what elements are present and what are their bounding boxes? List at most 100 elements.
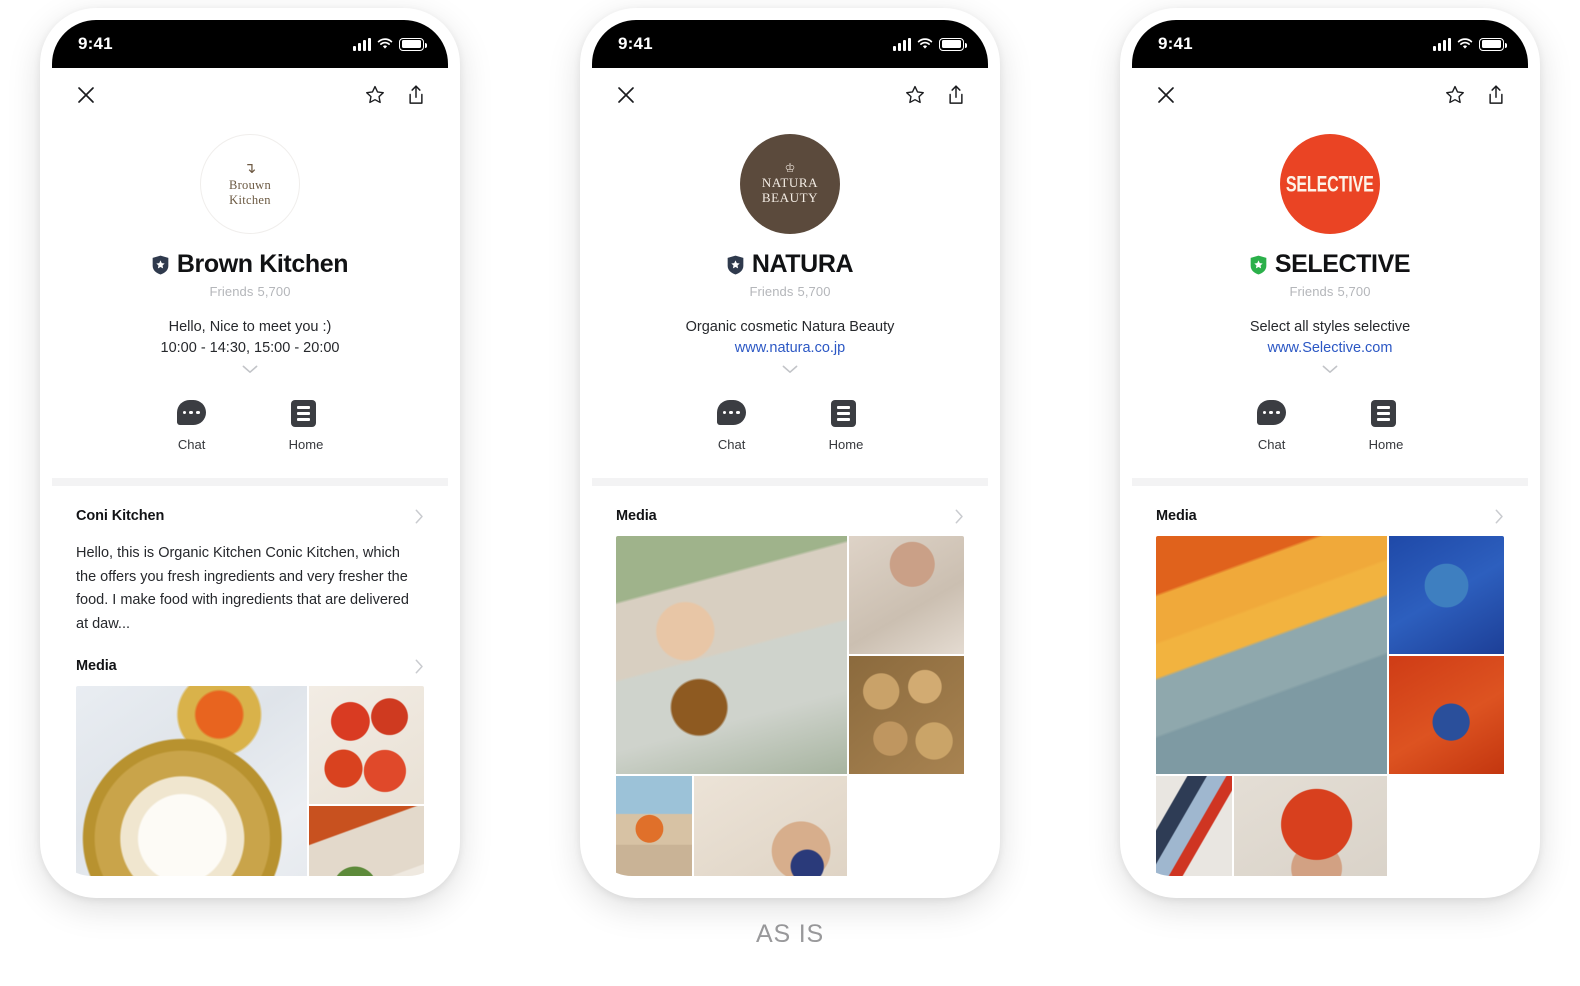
section-divider bbox=[1132, 478, 1528, 487]
home-action-button[interactable]: Home bbox=[828, 400, 864, 453]
home-action-label: Home bbox=[828, 437, 864, 453]
section-header-media[interactable]: Media bbox=[1132, 486, 1528, 524]
media-grid bbox=[1156, 536, 1504, 876]
expand-bio-button[interactable] bbox=[1132, 365, 1528, 374]
photo-denim-jacket-model[interactable] bbox=[1388, 536, 1504, 655]
friends-number: 5,700 bbox=[797, 284, 831, 299]
phone-mockups-row: 9:41 ↴ Brouwn Kitchen Brown Kitchen Frie… bbox=[0, 0, 1580, 910]
star-icon[interactable] bbox=[904, 84, 926, 106]
chat-action-label: Chat bbox=[1257, 437, 1286, 453]
chat-action-label: Chat bbox=[717, 437, 746, 453]
bio-line-1: Select all styles selective bbox=[1249, 319, 1411, 335]
star-icon[interactable] bbox=[1444, 84, 1466, 106]
share-icon[interactable] bbox=[946, 84, 966, 106]
chat-action-button[interactable]: Chat bbox=[176, 400, 207, 453]
avatar[interactable]: ↴ Brouwn Kitchen bbox=[200, 134, 300, 234]
chat-action-button[interactable]: Chat bbox=[1256, 400, 1287, 453]
expand-bio-button[interactable] bbox=[592, 365, 988, 374]
status-clock: 9:41 bbox=[1158, 34, 1193, 53]
section-header-media[interactable]: Media bbox=[52, 636, 448, 674]
chat-bubble-icon bbox=[716, 400, 746, 426]
photo-woman-beach[interactable] bbox=[616, 776, 693, 876]
page-title: NATURA bbox=[751, 250, 854, 278]
section-title: Media bbox=[76, 658, 117, 675]
expand-bio-button[interactable] bbox=[52, 365, 448, 374]
avatar-logo-text: Brouwn Kitchen bbox=[228, 177, 272, 207]
chevron-right-icon bbox=[1495, 509, 1503, 524]
section-title: Media bbox=[1156, 508, 1197, 525]
section-header-media[interactable]: Media bbox=[592, 486, 988, 524]
photo-greens-plate[interactable] bbox=[308, 806, 424, 876]
verified-shield-icon bbox=[152, 255, 169, 275]
figure-caption: AS IS bbox=[756, 920, 824, 948]
photo-nuts[interactable] bbox=[848, 656, 964, 775]
wheat-glyph-icon: ↴ bbox=[243, 159, 257, 177]
home-action-button[interactable]: Home bbox=[1369, 400, 1403, 452]
chat-action-button[interactable]: Chat bbox=[716, 400, 747, 453]
status-bar: 9:41 bbox=[52, 20, 448, 68]
verified-shield-icon bbox=[1250, 255, 1267, 275]
verified-shield-icon bbox=[727, 255, 744, 275]
avatar[interactable]: ♔ NATURA BEAUTY bbox=[740, 134, 840, 234]
home-action-button[interactable]: Home bbox=[289, 400, 323, 452]
nav-bar bbox=[1132, 68, 1528, 122]
star-icon[interactable] bbox=[364, 84, 386, 106]
nav-bar bbox=[592, 68, 988, 122]
chat-action-label: Chat bbox=[177, 437, 206, 453]
status-clock: 9:41 bbox=[618, 34, 653, 53]
media-bottom-row bbox=[616, 776, 847, 876]
photo-red-beanie[interactable] bbox=[1234, 776, 1387, 876]
friends-number: 5,700 bbox=[257, 284, 291, 299]
profile-link[interactable]: www.natura.co.jp bbox=[735, 338, 845, 359]
nav-actions bbox=[364, 84, 426, 106]
photo-hand-jar[interactable] bbox=[694, 776, 847, 876]
close-icon[interactable] bbox=[1156, 85, 1176, 105]
photo-hand-cream-swatch[interactable] bbox=[848, 536, 964, 655]
profile-name-row: NATURA bbox=[592, 250, 988, 279]
photo-yellow-tee-skirt[interactable] bbox=[1156, 536, 1387, 775]
close-icon[interactable] bbox=[616, 85, 636, 105]
wheat-glyph-icon: ♔ bbox=[784, 161, 796, 176]
profile-header: SELECTIVE SELECTIVE Friends 5,700 Select … bbox=[1132, 122, 1528, 374]
section-description: Hello, this is Organic Kitchen Conic Kit… bbox=[76, 545, 409, 632]
page-title: Brown Kitchen bbox=[176, 250, 349, 278]
status-indicators bbox=[353, 37, 427, 51]
section-header-coni-kitchen[interactable]: Coni Kitchen bbox=[52, 486, 448, 524]
bio-line-2: 10:00 - 14:30, 15:00 - 20:00 bbox=[160, 339, 340, 356]
media-grid bbox=[616, 536, 964, 876]
profile-header: ♔ NATURA BEAUTY NATURA Friends 5,700 Org… bbox=[592, 122, 988, 374]
chevron-right-icon bbox=[415, 509, 423, 524]
section-title: Media bbox=[616, 508, 657, 525]
profile-bio: Hello, Nice to meet you :) 10:00 - 14:30… bbox=[52, 317, 448, 358]
friends-count: Friends 5,700 bbox=[52, 284, 448, 299]
media-grid-wrapper bbox=[592, 524, 988, 876]
screenshot-canvas: 9:41 ↴ Brouwn Kitchen Brown Kitchen Frie… bbox=[0, 0, 1580, 986]
page-title: SELECTIVE bbox=[1274, 250, 1411, 278]
photo-folded-jeans[interactable] bbox=[1156, 776, 1233, 876]
section-title: Coni Kitchen bbox=[76, 508, 165, 525]
profile-link[interactable]: www.Selective.com bbox=[1268, 338, 1393, 359]
avatar[interactable]: SELECTIVE bbox=[1280, 134, 1380, 234]
home-icon bbox=[831, 400, 856, 428]
photo-roasted-tomatoes[interactable] bbox=[308, 686, 424, 805]
avatar-logo-text: SELECTIVE bbox=[1286, 170, 1374, 196]
photo-orange-dress-bag[interactable] bbox=[1388, 656, 1504, 775]
share-icon[interactable] bbox=[406, 84, 426, 106]
status-indicators bbox=[1433, 37, 1507, 51]
media-grid-wrapper bbox=[1132, 524, 1528, 876]
home-icon bbox=[1371, 400, 1396, 428]
close-icon[interactable] bbox=[76, 85, 96, 105]
share-icon[interactable] bbox=[1486, 84, 1506, 106]
chevron-right-icon bbox=[415, 659, 423, 674]
status-indicators bbox=[893, 37, 967, 51]
media-grid-wrapper bbox=[52, 674, 448, 876]
photo-dumplings-bowl[interactable] bbox=[76, 686, 307, 876]
profile-bio: Organic cosmetic Natura Beauty www.natur… bbox=[592, 317, 988, 358]
home-icon bbox=[291, 400, 316, 428]
battery-icon bbox=[1479, 37, 1507, 51]
screen-brown-kitchen: 9:41 ↴ Brouwn Kitchen Brown Kitchen Frie… bbox=[52, 20, 448, 876]
friends-label: Friends bbox=[749, 284, 794, 299]
status-clock: 9:41 bbox=[78, 34, 113, 53]
wifi-icon bbox=[377, 38, 393, 49]
photo-serum-dropper[interactable] bbox=[616, 536, 847, 775]
